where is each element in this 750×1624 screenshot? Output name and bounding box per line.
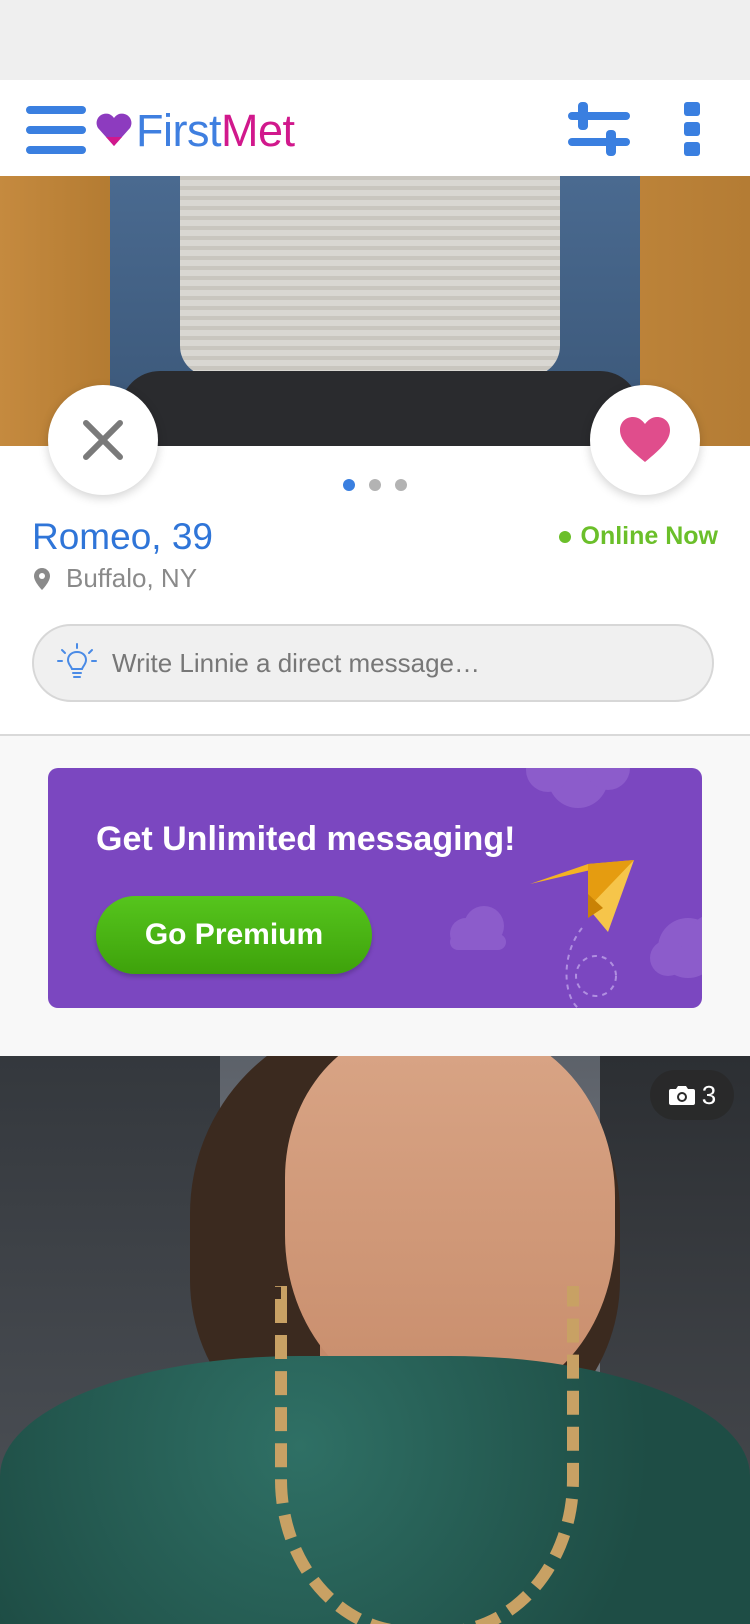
pagination-dot[interactable] [369, 479, 381, 491]
menu-button[interactable] [24, 104, 88, 156]
profile-name-age[interactable]: Romeo, 39 [32, 514, 213, 560]
online-dot-icon [558, 530, 571, 543]
go-premium-button[interactable]: Go Premium [96, 896, 372, 974]
location-label: Buffalo, NY [66, 563, 198, 593]
photo-count: 3 [701, 1079, 717, 1110]
filter-button[interactable] [566, 100, 632, 160]
message-placeholder: Write Linnie a direct message… [112, 647, 481, 678]
app-header: FirstMet [0, 80, 750, 177]
promo-title: Get Unlimited messaging! [96, 820, 516, 858]
premium-promo-card: Get Unlimited messaging! Go Premium [48, 768, 702, 1008]
camera-icon [668, 1086, 695, 1105]
hamburger-menu-icon [26, 106, 86, 154]
direct-message-input[interactable]: Write Linnie a direct message… [32, 624, 714, 702]
pagination-dot[interactable] [395, 479, 407, 491]
next-profile-photo[interactable] [0, 1056, 750, 1624]
online-status: Online Now [558, 522, 719, 551]
lightbulb-icon [57, 643, 97, 678]
logo-heart-icon [96, 113, 132, 146]
more-vertical-icon [684, 102, 700, 156]
more-options-button[interactable] [680, 100, 708, 160]
logo-text: FirstMet [136, 104, 295, 156]
close-icon [83, 420, 123, 460]
pagination-dot-active[interactable] [343, 479, 355, 491]
sliders-icon [568, 102, 630, 156]
heart-icon [620, 417, 670, 462]
photo-pagination [343, 479, 407, 491]
app-logo: FirstMet [94, 102, 295, 158]
profile-location: Buffalo, NY [34, 563, 197, 594]
status-bar [0, 0, 750, 80]
like-button[interactable] [590, 385, 700, 495]
pass-button[interactable] [48, 385, 158, 495]
photo-count-badge[interactable]: 3 [650, 1070, 734, 1120]
map-pin-icon [34, 567, 50, 590]
online-status-label: Online Now [580, 522, 719, 550]
